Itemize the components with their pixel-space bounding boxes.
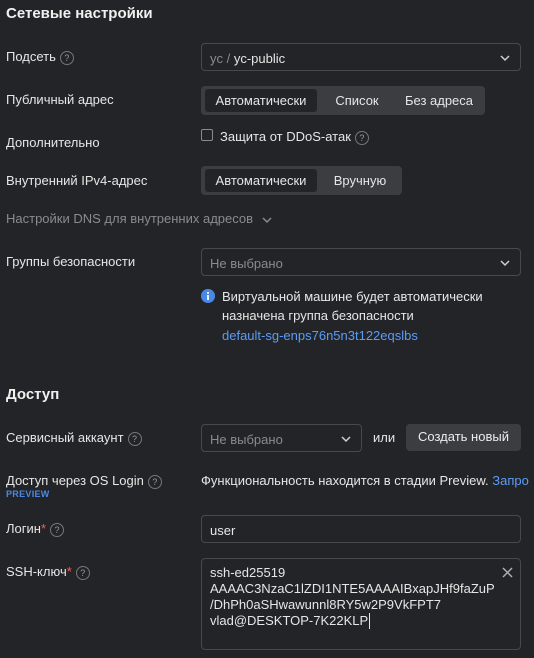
ssh-key-line: ssh-ed25519 <box>210 565 286 580</box>
internal-ipv4-option-auto[interactable]: Автоматически <box>205 169 317 192</box>
chevron-down-icon <box>500 55 510 62</box>
ssh-key-label-text: SSH-ключ <box>6 564 67 579</box>
os-login-note: Функциональность находится в стадии Prev… <box>201 473 529 488</box>
login-input[interactable]: user <box>201 515 521 543</box>
service-account-label: Сервисный аккаунт? <box>6 430 142 446</box>
preview-badge: PREVIEW <box>6 489 50 499</box>
public-address-segmented: Автоматически Список Без адреса <box>201 86 485 115</box>
help-icon[interactable]: ? <box>50 522 65 537</box>
required-marker: * <box>40 521 47 536</box>
public-address-option-auto[interactable]: Автоматически <box>205 89 317 112</box>
access-section-title: Доступ <box>6 386 60 403</box>
login-value: user <box>210 523 236 538</box>
internal-ipv4-option-manual[interactable]: Вручную <box>323 169 397 192</box>
security-groups-label: Группы безопасности <box>6 254 136 269</box>
public-address-option-none[interactable]: Без адреса <box>397 89 481 112</box>
help-icon[interactable]: ? <box>75 565 90 580</box>
create-service-account-button[interactable]: Создать новый <box>406 424 521 451</box>
ssh-key-textarea[interactable]: ssh-ed25519 AAAAC3NzaC1lZDI1NTE5AAAAIBxa… <box>201 558 521 650</box>
security-groups-select[interactable]: Не выбрано <box>201 248 521 276</box>
chevron-down-icon <box>500 260 510 267</box>
help-icon[interactable]: ? <box>354 130 369 145</box>
os-login-note-text: Функциональность находится в стадии Prev… <box>201 473 489 488</box>
help-icon[interactable]: ? <box>147 474 162 489</box>
network-section-title: Сетевые настройки <box>6 5 153 22</box>
required-marker: * <box>66 564 72 579</box>
service-account-select[interactable]: Не выбрано <box>201 424 362 452</box>
security-groups-placeholder: Не выбрано <box>210 256 283 271</box>
subnet-label-text: Подсеть <box>6 49 56 64</box>
service-account-label-text: Сервисный аккаунт <box>6 430 124 445</box>
ddos-checkbox[interactable] <box>201 129 213 141</box>
subnet-label: Подсеть? <box>6 49 74 65</box>
subnet-value: yc-public <box>233 51 286 66</box>
ssh-key-line: /DhPh0aSHwawunnl8RY5w2P9VkFPT7 <box>210 597 441 612</box>
help-icon[interactable]: ? <box>59 50 74 65</box>
ssh-key-line: vlad@DESKTOP-7K22KLP <box>210 613 371 629</box>
os-login-label-text: Доступ через OS Login <box>6 473 144 488</box>
service-account-placeholder: Не выбрано <box>210 432 283 447</box>
ssh-key-label: SSH-ключ*? <box>6 564 90 580</box>
ddos-label-text: Защита от DDoS-атак <box>220 129 351 144</box>
login-label: Логин*? <box>6 521 65 537</box>
security-info-line1: Виртуальной машине будет автоматически <box>222 289 483 304</box>
subnet-select[interactable]: yc / yc-public <box>201 43 521 71</box>
default-security-group-link[interactable]: default-sg-enps76n5n3t122eqslbs <box>222 328 418 343</box>
ssh-key-line: AAAAC3NzaC1lZDI1NTE5AAAAIBxapJHf9faZuP <box>210 581 495 596</box>
ssh-key-text: ssh-ed25519 AAAAC3NzaC1lZDI1NTE5AAAAIBxa… <box>210 565 495 629</box>
info-icon <box>201 289 215 303</box>
public-address-label: Публичный адрес <box>6 92 114 107</box>
os-login-label: Доступ через OS Login? <box>6 473 162 489</box>
help-icon[interactable]: ? <box>127 431 142 446</box>
internal-ipv4-label: Внутренний IPv4-адрес <box>6 173 148 188</box>
or-text: или <box>373 430 396 445</box>
dns-settings-label: Настройки DNS для внутренних адресов <box>6 211 254 226</box>
clear-icon[interactable] <box>502 567 513 578</box>
public-address-option-list[interactable]: Список <box>323 89 391 112</box>
chevron-down-icon <box>341 436 351 443</box>
os-login-request-link[interactable]: Запро <box>492 473 529 488</box>
ddos-label: Защита от DDoS-атак? <box>220 129 369 145</box>
dns-settings-toggle[interactable]: Настройки DNS для внутренних адресов <box>6 211 272 226</box>
internal-ipv4-segmented: Автоматически Вручную <box>201 166 402 195</box>
subnet-folder-prefix: yc / <box>210 51 234 66</box>
additional-label: Дополнительно <box>6 135 100 150</box>
login-label-text: Логин <box>6 521 41 536</box>
security-info-line2: назначена группа безопасности <box>222 308 414 323</box>
chevron-down-icon <box>262 217 272 223</box>
